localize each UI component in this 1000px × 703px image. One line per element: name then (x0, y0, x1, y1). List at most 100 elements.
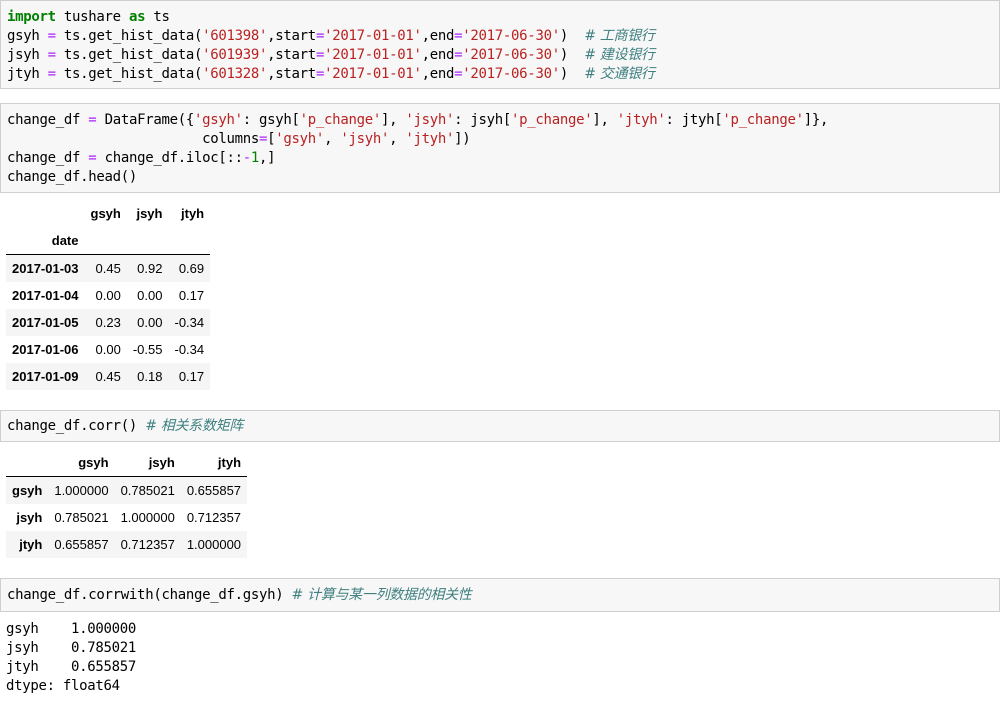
code-token: change_df.corrwith(change_df.gsyh) (7, 587, 292, 603)
string-token: '2017-06-30' (462, 47, 560, 63)
table-cell: 1.000000 (54, 483, 109, 498)
comment-token: # 计算与某一列数据的相关性 (291, 587, 472, 603)
series-output-line: jtyh 0.655857 (6, 659, 137, 675)
table-row: jsyh 0.785021 1.000000 0.712357 (6, 504, 247, 531)
code-token: columns (7, 131, 259, 147)
code-line: change_df.corrwith(change_df.gsyh) # 计算与… (7, 586, 472, 605)
row-index: 2017-01-09 (12, 369, 79, 384)
keyword-token: import (7, 9, 56, 25)
code-token: ,end (421, 47, 455, 63)
table-cell: 0.785021 (54, 510, 109, 525)
string-token: '2017-01-01' (324, 28, 422, 44)
code-token: jsyh (7, 47, 48, 63)
code-token: ], (592, 112, 617, 128)
table-cell: 0.785021 (120, 483, 175, 498)
string-token: '2017-06-30' (462, 28, 560, 44)
table-row: jtyh 0.655857 0.712357 1.000000 (6, 531, 248, 558)
table-cell: 0.17 (178, 288, 205, 303)
code-token: , (389, 131, 406, 147)
table-cell: 0.18 (137, 369, 163, 384)
table-cell: 0.655857 (54, 537, 109, 552)
string-token: 'jsyh' (405, 112, 455, 128)
code-cell-import[interactable]: import tushare as ts gsyh = ts.get_hist_… (0, 0, 1000, 89)
operator-token: = (259, 131, 268, 147)
code-token: ) (559, 47, 585, 63)
code-token: ,end (421, 28, 455, 44)
dtype-output-line: dtype: float64 (6, 678, 120, 694)
code-cell-corr[interactable]: change_df.corr() # 相关系数矩阵 (0, 410, 1000, 442)
code-token: ts (145, 9, 170, 25)
code-token: ,start (267, 28, 316, 44)
code-token: : jsyh[ (454, 112, 512, 128)
string-token: 'jtyh' (616, 112, 666, 128)
comment-token: # 相关系数矩阵 (145, 418, 243, 434)
corner-header (6, 200, 85, 227)
table-row: 2017-01-09 0.45 0.18 0.17 (6, 363, 211, 390)
code-token: DataFrame({ (96, 112, 195, 128)
string-token: '601939' (202, 47, 268, 63)
row-index: 2017-01-06 (12, 342, 79, 357)
row-index: jsyh (16, 510, 43, 525)
code-token: ], (380, 112, 406, 128)
column-header: jsyh (114, 449, 181, 477)
table-cell: 0.45 (95, 261, 121, 276)
code-token: change_df.head() (7, 169, 138, 185)
keyword-token: as (128, 9, 146, 25)
code-line: gsyh = ts.get_hist_data('601398',start='… (7, 27, 655, 46)
code-cell-dataframe[interactable]: change_df = DataFrame({'gsyh': gsyh['p_c… (0, 103, 1000, 193)
table-cell: -0.34 (174, 342, 205, 357)
row-index: 2017-01-04 (12, 288, 79, 303)
code-token: change_df.corr() (7, 418, 146, 434)
table-cell: 0.00 (95, 288, 121, 303)
code-token: change_df (7, 150, 89, 166)
table-cell: 0.00 (137, 315, 163, 330)
string-token: 'jsyh' (340, 131, 390, 147)
code-token: ,] (259, 150, 276, 166)
code-line: columns=['gsyh', 'jsyh', 'jtyh']) (7, 130, 471, 149)
code-line: change_df = change_df.iloc[::-1,] (7, 149, 276, 168)
code-line: change_df.corr() # 相关系数矩阵 (7, 417, 243, 436)
code-token: ]}, (803, 112, 829, 128)
string-token: '2017-01-01' (324, 47, 422, 63)
operator-token: = (315, 66, 325, 82)
string-token: '2017-01-01' (324, 66, 422, 82)
code-token: ]) (454, 131, 471, 147)
column-header: jsyh (136, 206, 163, 221)
corner-header (6, 449, 49, 477)
table-cell: 0.69 (178, 261, 205, 276)
string-token: 'p_change' (722, 112, 804, 128)
row-index: 2017-01-05 (12, 315, 79, 330)
code-token: ,end (421, 66, 455, 82)
table-cell: 0.712357 (120, 537, 175, 552)
column-header: gsyh (48, 449, 115, 477)
code-token: ts.get_hist_data( (55, 47, 203, 63)
code-cell-corrwith[interactable]: change_df.corrwith(change_df.gsyh) # 计算与… (0, 578, 1000, 612)
table-row: 2017-01-04 0.00 0.00 0.17 (6, 282, 210, 309)
code-token: : gsyh[ (242, 112, 300, 128)
code-line: change_df = DataFrame({'gsyh': gsyh['p_c… (7, 111, 828, 130)
table-row: 2017-01-06 0.00 -0.55 -0.34 (6, 336, 210, 363)
table-row: 2017-01-05 0.23 0.00 -0.34 (6, 309, 211, 336)
series-output-line: gsyh 1.000000 (6, 621, 137, 637)
table-cell: 0.17 (178, 369, 205, 384)
string-token: '601328' (202, 66, 268, 82)
head-dataframe-table: gsyh jsyh jtyh date 2017-01-03 0.45 0.92… (6, 200, 211, 390)
string-token: 'jtyh' (405, 131, 455, 147)
code-token: gsyh (7, 28, 48, 44)
code-token: , (324, 131, 341, 147)
operator-token: = (315, 47, 325, 63)
code-token: ,start (267, 47, 316, 63)
code-token: change_df (7, 112, 89, 128)
table-cell: 0.712357 (186, 510, 242, 525)
row-index: gsyh (12, 483, 43, 498)
code-line: jsyh = ts.get_hist_data('601939',start='… (7, 46, 655, 65)
string-token: '2017-06-30' (462, 66, 560, 82)
table-cell: -0.34 (174, 315, 205, 330)
corr-matrix-table: gsyh jsyh jtyh gsyh 1.000000 0.785021 0.… (6, 449, 248, 558)
operator-token: = (315, 28, 325, 44)
code-token: ts.get_hist_data( (55, 66, 203, 82)
comment-token: # 工商银行 (584, 28, 655, 44)
index-name-header: date (6, 227, 85, 255)
table-cell: 1.000000 (186, 537, 242, 552)
code-token: ) (559, 66, 585, 82)
